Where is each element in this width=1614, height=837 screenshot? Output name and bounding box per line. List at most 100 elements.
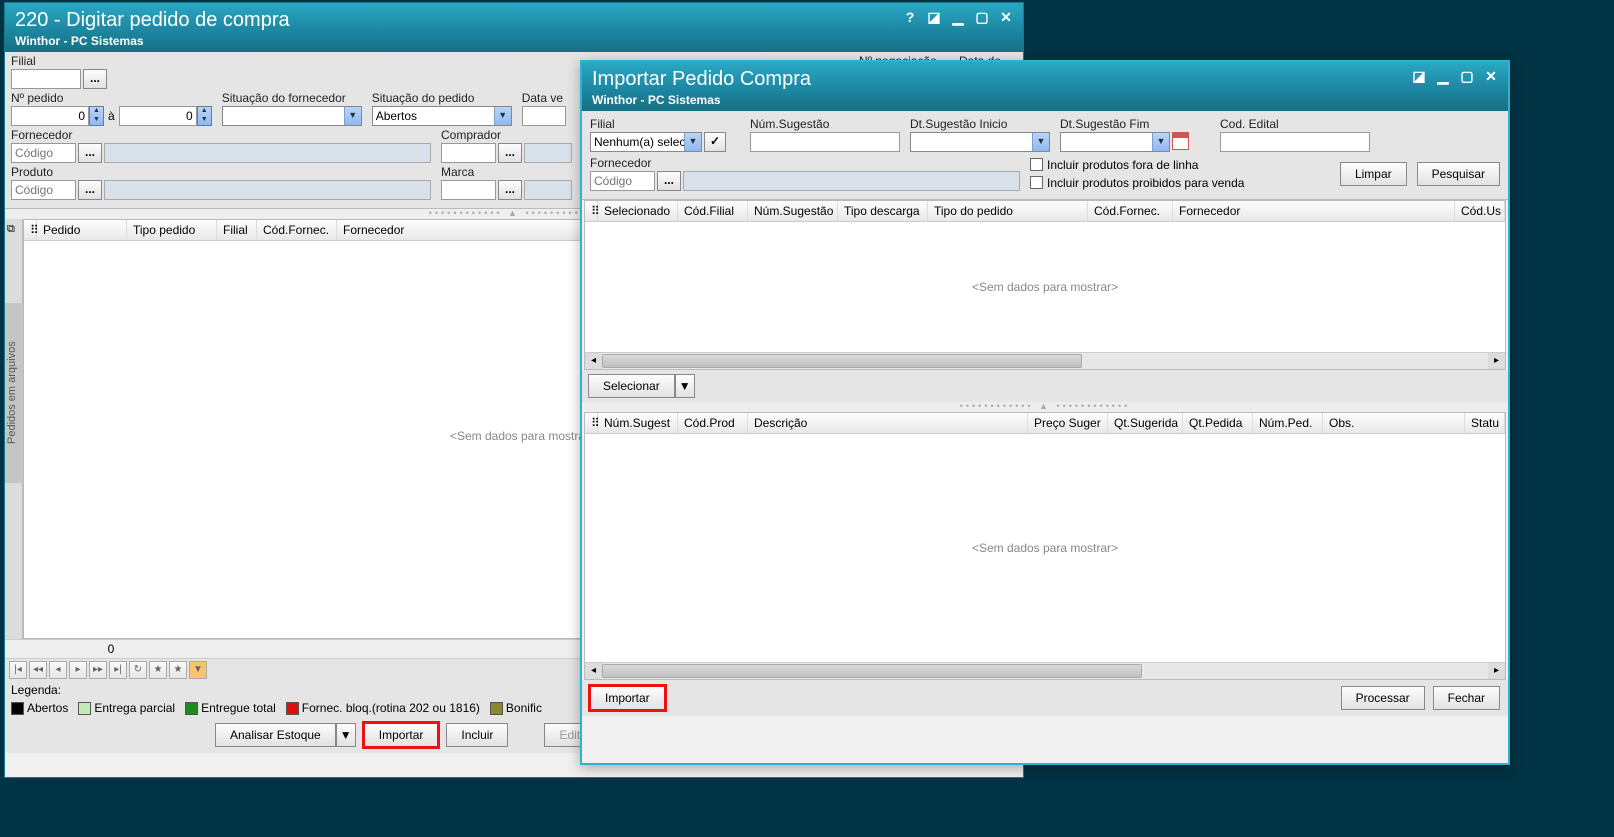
minimize-icon[interactable]: ▁ (949, 9, 967, 25)
bcol-numped[interactable]: Núm.Ped. (1253, 413, 1323, 433)
calendar-icon[interactable] (1172, 132, 1189, 150)
col-filial[interactable]: Filial (217, 220, 257, 240)
swatch-fornec-bloq (286, 702, 299, 715)
side-tab-pedidos-arquivos[interactable]: Pedidos em arquivos (5, 303, 23, 483)
data-ve-input[interactable] (522, 106, 566, 126)
modal-edit-icon[interactable]: ◪ (1410, 68, 1428, 84)
sugestoes-grid[interactable]: ⠿ Selecionado Cód.Filial Núm.Sugestão Ti… (584, 200, 1506, 370)
incluir-button[interactable]: Incluir (446, 723, 508, 747)
npedido-from-spinner[interactable]: ▲▼ (89, 106, 104, 126)
legend-bonific: Bonific (506, 701, 542, 715)
detalhes-grid[interactable]: ⠿ Núm.Sugest Cód.Prod Descrição Preço Su… (584, 412, 1506, 680)
mfornecedor-code-input[interactable] (590, 171, 655, 191)
col-tipo-pedido[interactable]: Tipo pedido (127, 220, 217, 240)
analisar-estoque-dropdown[interactable]: ▼ (336, 723, 356, 747)
npedido-from-input[interactable] (11, 106, 89, 126)
mfilial-combo[interactable]: Nenhum(a) selec▼ (590, 132, 702, 152)
mlabel-numsug: Núm.Sugestão (750, 117, 900, 131)
modal-close-icon[interactable]: ✕ (1482, 68, 1500, 84)
selecionar-dropdown[interactable]: ▼ (675, 374, 695, 398)
produto-code-input[interactable] (11, 180, 76, 200)
selecionar-button[interactable]: Selecionar (588, 374, 675, 398)
top-grid-hscroll[interactable]: ◂ ▸ (585, 352, 1505, 369)
chk-proibidos[interactable]: Incluir produtos proibidos para venda (1030, 176, 1244, 190)
nav-prevpage[interactable]: ◂◂ (29, 661, 47, 679)
comprador-display (524, 143, 572, 163)
titlebar-220: 220 - Digitar pedido de compra Winthor -… (5, 3, 1023, 52)
col-pedido[interactable]: Pedido (37, 220, 127, 240)
label-sit-fornecedor: Situação do fornecedor (222, 91, 362, 105)
tcol-selecionado[interactable]: Selecionado (598, 201, 678, 221)
filial-input[interactable] (11, 69, 81, 89)
produto-lookup-button[interactable]: ... (78, 180, 102, 200)
nav-last[interactable]: ▸| (109, 661, 127, 679)
sit-pedido-combo[interactable]: Abertos▼ (372, 106, 512, 126)
tcol-fornecedor[interactable]: Fornecedor (1173, 201, 1455, 221)
bcol-qtpedida[interactable]: Qt.Pedida (1183, 413, 1253, 433)
nav-first[interactable]: |◂ (9, 661, 27, 679)
close-icon[interactable]: ✕ (997, 9, 1015, 25)
comprador-lookup-button[interactable]: ... (498, 143, 522, 163)
maximize-icon[interactable]: ▢ (973, 9, 991, 25)
fornecedor-lookup-button[interactable]: ... (78, 143, 102, 163)
bcol-obs[interactable]: Obs. (1323, 413, 1465, 433)
fechar-button[interactable]: Fechar (1433, 686, 1500, 710)
mlabel-dtfim: Dt.Sugestão Fim (1060, 117, 1210, 131)
sit-pedido-value: Abertos (373, 109, 494, 123)
nav-refresh[interactable]: ↻ (129, 661, 147, 679)
sit-fornecedor-combo[interactable]: ▼ (222, 106, 362, 126)
marca-lookup-button[interactable]: ... (498, 180, 522, 200)
tcol-tipodescarga[interactable]: Tipo descarga (838, 201, 928, 221)
detach-panel-icon[interactable]: ⧉ (7, 223, 15, 236)
help-icon[interactable]: ? (901, 9, 919, 25)
mcodedital-input[interactable] (1220, 132, 1370, 152)
modal-maximize-icon[interactable]: ▢ (1458, 68, 1476, 84)
nav-nextpage[interactable]: ▸▸ (89, 661, 107, 679)
importar-button[interactable]: Importar (364, 723, 439, 747)
limpar-button[interactable]: Limpar (1340, 162, 1407, 186)
mdtinicio-input[interactable]: ▼ (910, 132, 1050, 152)
window-title: 220 - Digitar pedido de compra (15, 9, 1013, 32)
label-produto: Produto (11, 165, 431, 179)
nav-bookmark2[interactable]: ★ (169, 661, 187, 679)
comprador-input[interactable] (441, 143, 496, 163)
bcol-numsugest[interactable]: Núm.Sugest (598, 413, 678, 433)
mfilial-check-button[interactable]: ✓ (704, 132, 726, 152)
mdtfim-input[interactable]: ▼ (1060, 132, 1170, 152)
modal-subtitle: Winthor - PC Sistemas (592, 93, 1498, 107)
edit-icon[interactable]: ◪ (925, 9, 943, 25)
tcol-codus[interactable]: Cód.Us (1455, 201, 1505, 221)
fornecedor-code-input[interactable] (11, 143, 76, 163)
filial-lookup-button[interactable]: ... (83, 69, 107, 89)
tcol-codfornec[interactable]: Cód.Fornec. (1088, 201, 1173, 221)
tcol-numsugestao[interactable]: Núm.Sugestão (748, 201, 838, 221)
marca-input[interactable] (441, 180, 496, 200)
bcol-codprod[interactable]: Cód.Prod (678, 413, 748, 433)
label-fornecedor: Fornecedor (11, 128, 431, 142)
bcol-qtsugerida[interactable]: Qt.Sugerida (1108, 413, 1183, 433)
legend-label: Legenda: (11, 683, 61, 697)
splitter-mid[interactable]: •••••••••••• ▲ •••••••••••• (582, 402, 1508, 412)
mnumsug-input[interactable] (750, 132, 900, 152)
nav-bookmark[interactable]: ★ (149, 661, 167, 679)
npedido-to-spinner[interactable]: ▲▼ (197, 106, 212, 126)
tcol-codfilial[interactable]: Cód.Filial (678, 201, 748, 221)
tcol-tipopedido[interactable]: Tipo do pedido (928, 201, 1088, 221)
chk-fora-linha[interactable]: Incluir produtos fora de linha (1030, 158, 1244, 172)
bcol-precosuger[interactable]: Preço Suger (1028, 413, 1108, 433)
bcol-descricao[interactable]: Descrição (748, 413, 1028, 433)
mfornecedor-lookup-button[interactable]: ... (657, 171, 681, 191)
col-cod-fornec[interactable]: Cód.Fornec. (257, 220, 337, 240)
nav-filter[interactable]: ▼ (189, 661, 207, 679)
modal-importar-button[interactable]: Importar (590, 686, 665, 710)
bot-grid-hscroll[interactable]: ◂ ▸ (585, 662, 1505, 679)
processar-button[interactable]: Processar (1341, 686, 1425, 710)
nav-next[interactable]: ▸ (69, 661, 87, 679)
nav-prev[interactable]: ◂ (49, 661, 67, 679)
analisar-estoque-button[interactable]: Analisar Estoque (215, 723, 336, 747)
npedido-to-input[interactable] (119, 106, 197, 126)
modal-minimize-icon[interactable]: ▁ (1434, 68, 1452, 84)
window-subtitle: Winthor - PC Sistemas (15, 34, 1013, 48)
pesquisar-button[interactable]: Pesquisar (1417, 162, 1500, 186)
bcol-status[interactable]: Statu (1465, 413, 1505, 433)
